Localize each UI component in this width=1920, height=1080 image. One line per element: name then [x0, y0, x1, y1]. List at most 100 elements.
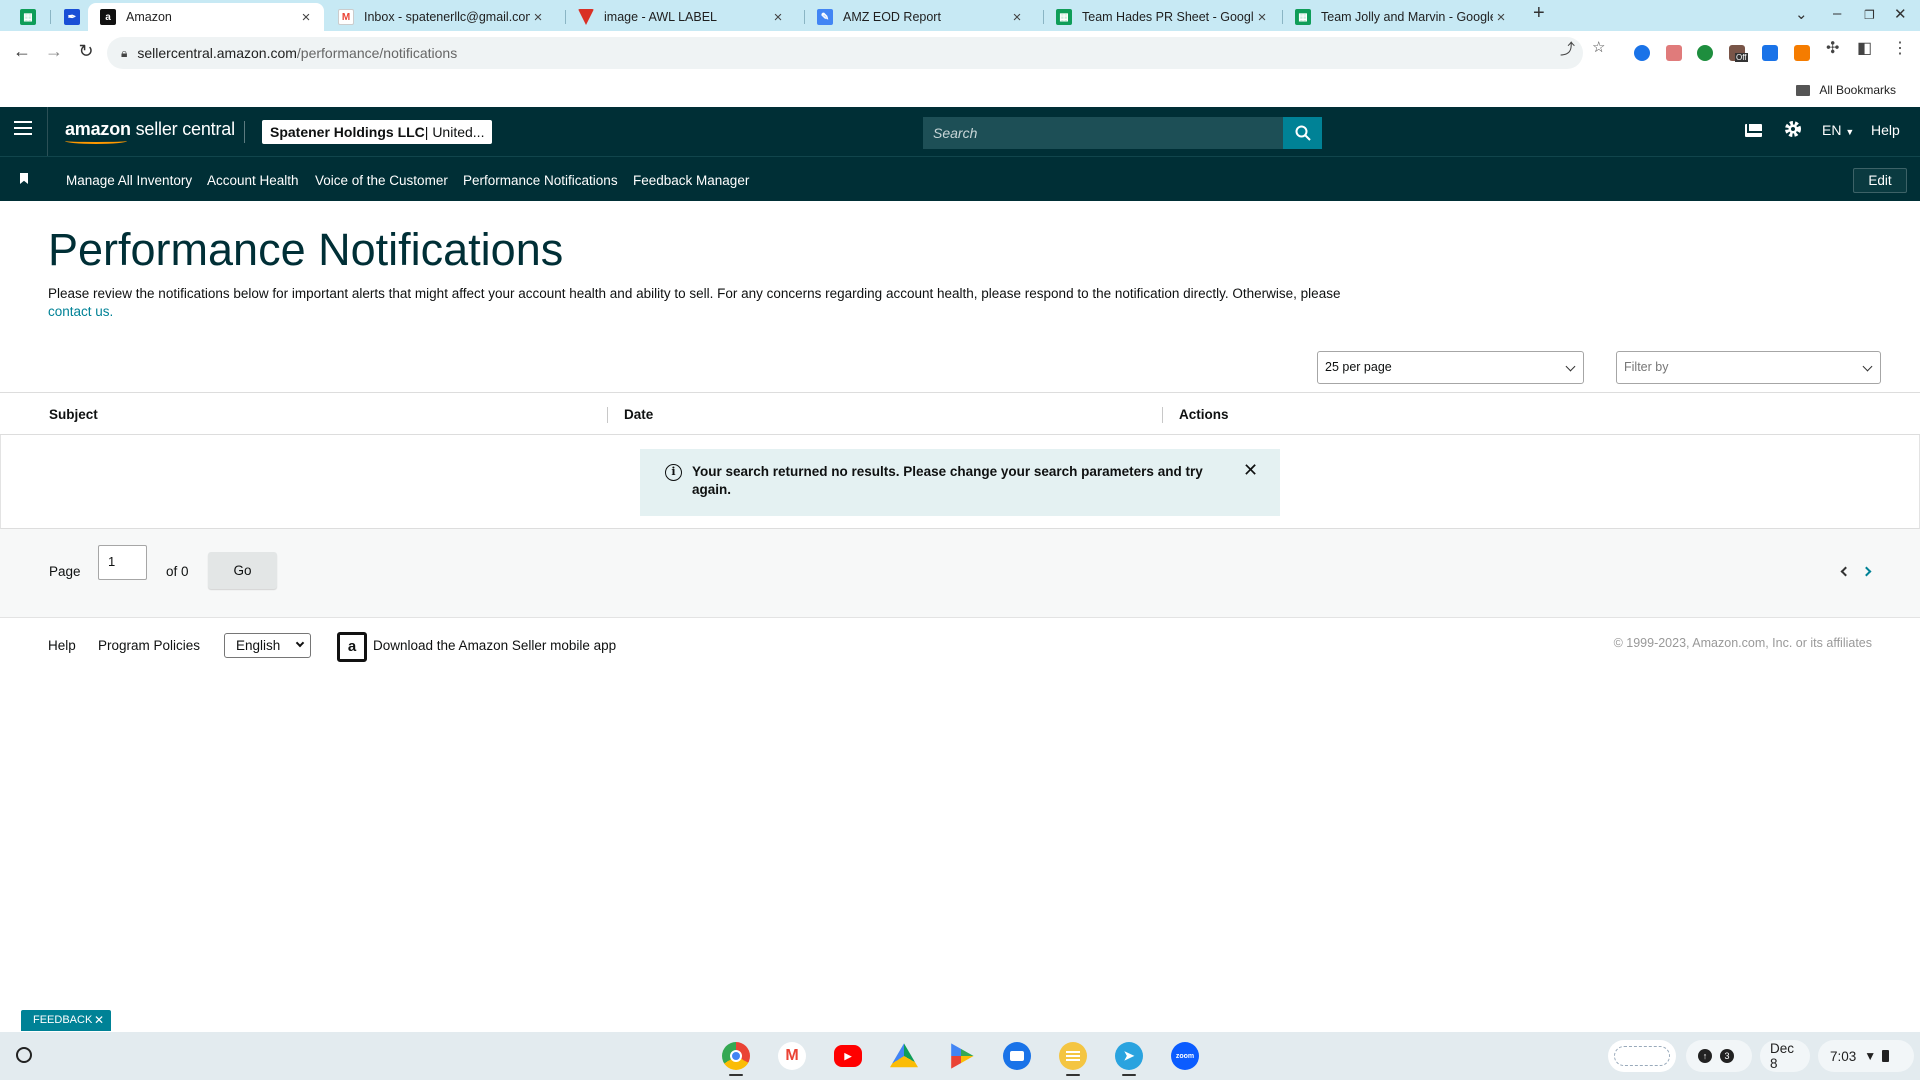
extensions-puzzle-icon[interactable]: ✣ [1826, 38, 1839, 58]
extension-green-icon[interactable] [1697, 45, 1713, 61]
seller-app-icon[interactable]: a [337, 632, 367, 662]
language-selector[interactable]: EN ▼ [1822, 122, 1854, 138]
tab-amazon[interactable]: a Amazon × [88, 3, 324, 31]
extension-off-icon[interactable]: Off [1729, 45, 1748, 62]
search-input[interactable]: Search [923, 117, 1283, 149]
status-tray[interactable]: 7:03 ▼ [1818, 1040, 1914, 1072]
tab-close-icon[interactable]: × [1254, 9, 1270, 26]
page-number-input[interactable]: 1 [98, 545, 147, 580]
date-tray[interactable]: Dec 8 [1760, 1040, 1810, 1072]
nav-feedback-manager[interactable]: Feedback Manager [633, 173, 749, 188]
download-app-link[interactable]: Download the Amazon Seller mobile app [373, 638, 616, 653]
extension-globe-icon[interactable] [1634, 45, 1650, 61]
hamburger-menu-icon[interactable] [14, 121, 32, 139]
notifications-table-header: Subject Date Actions [0, 392, 1920, 435]
clock-label: 7:03 [1830, 1048, 1857, 1064]
tab-sheets-pinned[interactable]: ▦ [14, 3, 42, 31]
seller-central-logo[interactable]: amazon seller central [65, 119, 235, 144]
column-subject[interactable]: Subject [49, 407, 98, 422]
zoom-icon[interactable]: zoom [1171, 1042, 1199, 1070]
nav-manage-all-inventory[interactable]: Manage All Inventory [66, 173, 192, 188]
new-tab-icon[interactable]: + [1533, 2, 1545, 25]
drive-icon[interactable] [890, 1043, 918, 1068]
info-icon: i [665, 464, 682, 481]
tab-close-icon[interactable]: × [298, 9, 314, 26]
play-store-icon[interactable] [951, 1043, 974, 1069]
url-host: sellercentral.amazon.com [137, 45, 297, 61]
footer-help-link[interactable]: Help [48, 638, 76, 653]
filter-by-placeholder: Filter by [1624, 360, 1669, 374]
nav-voice-of-the-customer[interactable]: Voice of the Customer [315, 173, 448, 188]
tab-awl-label[interactable]: image - AWL LABEL × [566, 3, 796, 31]
gmail-icon[interactable]: M [778, 1042, 806, 1070]
tab-team-hades[interactable]: ▦ Team Hades PR Sheet - Google × [1044, 3, 1280, 31]
holding-space-thumbnail[interactable] [1608, 1040, 1676, 1072]
account-switcher[interactable]: Spatener Holdings LLC | United... [262, 120, 493, 144]
tab-search-chevron-icon[interactable]: ⌄ [1795, 5, 1808, 23]
filter-by-select[interactable]: Filter by [1616, 351, 1881, 384]
contact-us-link[interactable]: contact us. [48, 304, 113, 319]
go-button[interactable]: Go [208, 552, 277, 589]
next-page-icon[interactable] [1861, 566, 1872, 577]
extension-js-icon[interactable] [1794, 45, 1810, 61]
minimize-icon[interactable]: – [1833, 5, 1841, 22]
notes-icon[interactable] [1059, 1042, 1087, 1070]
nav-account-health[interactable]: Account Health [207, 173, 299, 188]
footer-language-select[interactable]: English [224, 633, 311, 658]
os-shelf: M ▶ ➤ zoom ↑ 3 Dec 8 7:03 ▼ [0, 1032, 1920, 1080]
extension-zm-icon[interactable] [1762, 45, 1778, 61]
search-icon [1295, 125, 1311, 141]
window-close-icon[interactable]: ✕ [1894, 5, 1907, 23]
tab-quill-pinned[interactable]: ✒ [58, 3, 86, 31]
side-panel-icon[interactable]: ◧ [1857, 38, 1872, 58]
back-icon[interactable]: ← [10, 41, 34, 62]
launcher-icon[interactable] [16, 1047, 32, 1063]
settings-button[interactable] [1783, 119, 1803, 142]
tab-team-jolly[interactable]: ▦ Team Jolly and Marvin - Google × [1283, 3, 1519, 31]
chrome-icon[interactable] [722, 1042, 750, 1070]
browser-menu-icon[interactable]: ⋮ [1892, 38, 1908, 58]
bookmark-icon[interactable] [20, 173, 28, 184]
edit-nav-button[interactable]: Edit [1853, 168, 1907, 193]
tab-gmail[interactable]: M Inbox - spatenerllc@gmail.com × [326, 3, 556, 31]
restore-icon[interactable]: ❐ [1864, 8, 1875, 22]
youtube-icon[interactable]: ▶ [834, 1045, 862, 1067]
intro-text: Please review the notifications below fo… [48, 285, 1348, 321]
extension-arrow-icon[interactable] [1666, 45, 1682, 61]
files-icon[interactable] [1003, 1042, 1031, 1070]
feedback-button[interactable]: FEEDBACK ✕ [21, 1010, 111, 1031]
notification-tray[interactable]: ↑ 3 [1686, 1040, 1752, 1072]
program-policies-link[interactable]: Program Policies [98, 638, 200, 653]
search-button[interactable] [1283, 117, 1322, 149]
page-footer: Help Program Policies English a Download… [0, 618, 1920, 676]
close-icon[interactable]: ✕ [1243, 460, 1258, 481]
telegram-icon[interactable]: ➤ [1115, 1042, 1143, 1070]
tab-title: image - AWL LABEL [604, 10, 718, 24]
tab-close-icon[interactable]: × [1009, 9, 1025, 26]
previous-page-icon[interactable] [1840, 566, 1851, 577]
help-link[interactable]: Help [1871, 122, 1900, 138]
column-date[interactable]: Date [624, 407, 653, 422]
forward-icon[interactable]: → [42, 41, 66, 62]
mail-icon[interactable] [1745, 124, 1762, 137]
browser-toolbar: ← → ↻ 🔒︎ sellercentral.amazon.com/perfor… [0, 31, 1920, 75]
caret-down-icon: ▼ [1845, 127, 1855, 137]
per-page-select[interactable]: 25 per page [1317, 351, 1584, 384]
all-bookmarks-button[interactable]: All Bookmarks [1796, 83, 1896, 97]
site-info-icon[interactable]: 🔒︎ [121, 46, 127, 61]
nav-performance-notifications[interactable]: Performance Notifications [463, 173, 618, 188]
reload-icon[interactable]: ↻ [74, 41, 98, 62]
per-page-value: 25 per page [1325, 360, 1392, 374]
share-icon[interactable]: ⤴ [1560, 38, 1575, 59]
logo-seller-central-text: seller central [130, 119, 235, 139]
bookmark-star-icon[interactable]: ☆ [1592, 38, 1605, 56]
tab-amz-eod-report[interactable]: ✎ AMZ EOD Report × [805, 3, 1035, 31]
address-bar[interactable]: 🔒︎ sellercentral.amazon.com/performance/… [107, 37, 1583, 69]
tab-close-icon[interactable]: × [770, 9, 786, 26]
wifi-icon: ▼ [1864, 1049, 1877, 1063]
tab-close-icon[interactable]: × [1493, 9, 1509, 26]
tab-close-icon[interactable]: × [530, 9, 546, 26]
page-label: Page [49, 564, 81, 579]
date-label: Dec 8 [1770, 1041, 1795, 1071]
feedback-close-icon[interactable]: ✕ [94, 1010, 104, 1031]
